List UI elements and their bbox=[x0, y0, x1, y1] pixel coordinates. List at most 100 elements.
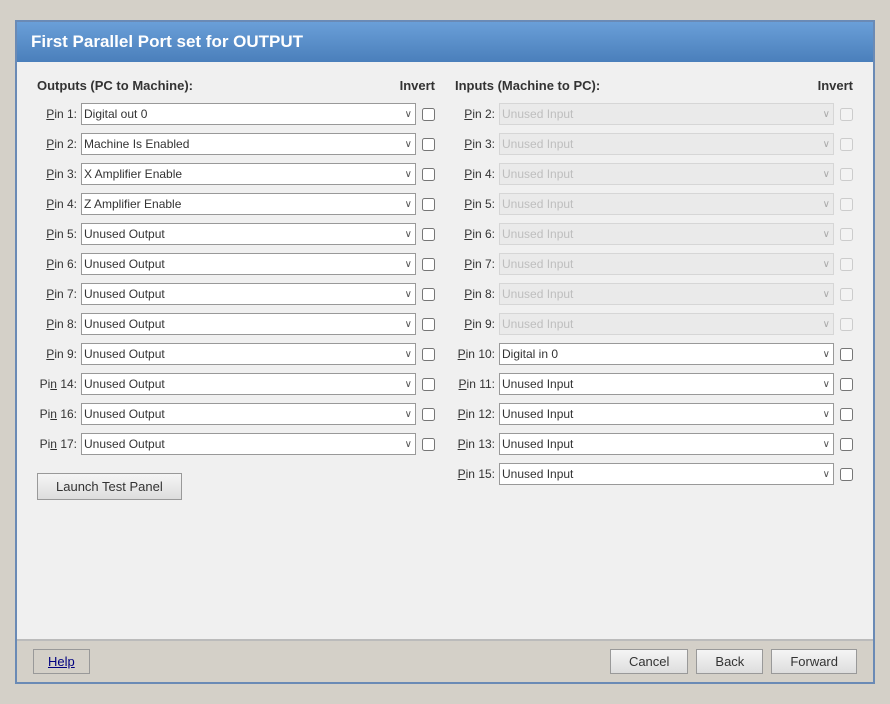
window-title: First Parallel Port set for OUTPUT bbox=[31, 32, 303, 51]
cancel-button[interactable]: Cancel bbox=[610, 649, 688, 674]
output-pin-row-7: Pin 8:Unused Output bbox=[37, 311, 435, 337]
output-pin-label-11: Pin 17: bbox=[37, 437, 81, 451]
output-invert-checkbox-3[interactable] bbox=[422, 198, 435, 211]
input-pin-label-6: Pin 8: bbox=[455, 287, 499, 301]
output-select-8[interactable]: Unused Output bbox=[81, 343, 416, 365]
output-invert-checkbox-7[interactable] bbox=[422, 318, 435, 331]
input-select-3: Unused Input bbox=[499, 193, 834, 215]
input-pin-row-6: Pin 8:Unused Input bbox=[455, 281, 853, 307]
input-select-10[interactable]: Unused Input bbox=[499, 403, 834, 425]
output-pin-label-5: Pin 6: bbox=[37, 257, 81, 271]
input-select-wrapper-7: Unused Input bbox=[499, 313, 834, 335]
input-invert-checkbox-12[interactable] bbox=[840, 468, 853, 481]
output-invert-checkbox-0[interactable] bbox=[422, 108, 435, 121]
input-select-wrapper-1: Unused Input bbox=[499, 133, 834, 155]
input-select-wrapper-0: Unused Input bbox=[499, 103, 834, 125]
output-pin-label-8: Pin 9: bbox=[37, 347, 81, 361]
help-button[interactable]: Help bbox=[33, 649, 90, 674]
main-window: First Parallel Port set for OUTPUT Outpu… bbox=[15, 20, 875, 684]
output-select-2[interactable]: X Amplifier Enable bbox=[81, 163, 416, 185]
output-select-wrapper-0: Digital out 0 bbox=[81, 103, 416, 125]
output-select-4[interactable]: Unused Output bbox=[81, 223, 416, 245]
output-select-wrapper-8: Unused Output bbox=[81, 343, 416, 365]
outputs-header-label: Outputs (PC to Machine): bbox=[37, 78, 193, 93]
output-select-11[interactable]: Unused Output bbox=[81, 433, 416, 455]
output-invert-checkbox-8[interactable] bbox=[422, 348, 435, 361]
output-invert-checkbox-10[interactable] bbox=[422, 408, 435, 421]
output-select-9[interactable]: Unused Output bbox=[81, 373, 416, 395]
content-area: Outputs (PC to Machine): Invert Pin 1:Di… bbox=[17, 62, 873, 639]
output-invert-checkbox-4[interactable] bbox=[422, 228, 435, 241]
output-pin-row-3: Pin 4:Z Amplifier Enable bbox=[37, 191, 435, 217]
output-select-0[interactable]: Digital out 0 bbox=[81, 103, 416, 125]
back-button[interactable]: Back bbox=[696, 649, 763, 674]
input-pin-row-10: Pin 12:Unused Input bbox=[455, 401, 853, 427]
input-select-wrapper-10: Unused Input bbox=[499, 403, 834, 425]
input-pin-label-8: Pin 10: bbox=[455, 347, 499, 361]
output-invert-checkbox-2[interactable] bbox=[422, 168, 435, 181]
output-pin-row-0: Pin 1:Digital out 0 bbox=[37, 101, 435, 127]
output-pin-label-6: Pin 7: bbox=[37, 287, 81, 301]
input-select-8[interactable]: Digital in 0 bbox=[499, 343, 834, 365]
output-select-wrapper-3: Z Amplifier Enable bbox=[81, 193, 416, 215]
output-pin-row-11: Pin 17:Unused Output bbox=[37, 431, 435, 457]
outputs-column: Outputs (PC to Machine): Invert Pin 1:Di… bbox=[37, 78, 435, 500]
output-invert-checkbox-6[interactable] bbox=[422, 288, 435, 301]
input-invert-checkbox-9[interactable] bbox=[840, 378, 853, 391]
output-pin-label-9: Pin 14: bbox=[37, 377, 81, 391]
launch-btn-row: Launch Test Panel bbox=[37, 473, 435, 500]
input-invert-checkbox-11[interactable] bbox=[840, 438, 853, 451]
output-select-6[interactable]: Unused Output bbox=[81, 283, 416, 305]
input-pin-label-9: Pin 11: bbox=[455, 377, 499, 391]
output-select-10[interactable]: Unused Output bbox=[81, 403, 416, 425]
input-select-9[interactable]: Unused Input bbox=[499, 373, 834, 395]
input-pin-label-10: Pin 12: bbox=[455, 407, 499, 421]
output-invert-checkbox-11[interactable] bbox=[422, 438, 435, 451]
output-invert-checkbox-9[interactable] bbox=[422, 378, 435, 391]
input-select-wrapper-4: Unused Input bbox=[499, 223, 834, 245]
input-pin-row-2: Pin 4:Unused Input bbox=[455, 161, 853, 187]
input-pin-label-1: Pin 3: bbox=[455, 137, 499, 151]
title-bar: First Parallel Port set for OUTPUT bbox=[17, 22, 873, 62]
input-select-12[interactable]: Unused Input bbox=[499, 463, 834, 485]
output-invert-checkbox-5[interactable] bbox=[422, 258, 435, 271]
input-invert-checkbox-8[interactable] bbox=[840, 348, 853, 361]
input-select-5: Unused Input bbox=[499, 253, 834, 275]
output-select-wrapper-10: Unused Output bbox=[81, 403, 416, 425]
output-select-1[interactable]: Machine Is Enabled bbox=[81, 133, 416, 155]
input-select-wrapper-5: Unused Input bbox=[499, 253, 834, 275]
input-select-wrapper-8: Digital in 0 bbox=[499, 343, 834, 365]
outputs-invert-label: Invert bbox=[400, 78, 435, 93]
input-select-0: Unused Input bbox=[499, 103, 834, 125]
output-select-7[interactable]: Unused Output bbox=[81, 313, 416, 335]
input-invert-checkbox-10[interactable] bbox=[840, 408, 853, 421]
output-invert-checkbox-1[interactable] bbox=[422, 138, 435, 151]
bottom-left: Help bbox=[33, 649, 90, 674]
input-pin-row-5: Pin 7:Unused Input bbox=[455, 251, 853, 277]
output-select-3[interactable]: Z Amplifier Enable bbox=[81, 193, 416, 215]
input-pin-row-7: Pin 9:Unused Input bbox=[455, 311, 853, 337]
input-pin-row-9: Pin 11:Unused Input bbox=[455, 371, 853, 397]
input-pin-label-12: Pin 15: bbox=[455, 467, 499, 481]
output-select-wrapper-5: Unused Output bbox=[81, 253, 416, 275]
output-select-5[interactable]: Unused Output bbox=[81, 253, 416, 275]
output-pin-row-6: Pin 7:Unused Output bbox=[37, 281, 435, 307]
input-select-6: Unused Input bbox=[499, 283, 834, 305]
input-select-wrapper-6: Unused Input bbox=[499, 283, 834, 305]
output-select-wrapper-7: Unused Output bbox=[81, 313, 416, 335]
input-pin-row-8: Pin 10:Digital in 0 bbox=[455, 341, 853, 367]
input-pins-container: Pin 2:Unused InputPin 3:Unused InputPin … bbox=[455, 101, 853, 487]
input-select-wrapper-9: Unused Input bbox=[499, 373, 834, 395]
input-pin-label-4: Pin 6: bbox=[455, 227, 499, 241]
input-invert-checkbox-4 bbox=[840, 228, 853, 241]
output-select-wrapper-11: Unused Output bbox=[81, 433, 416, 455]
output-pin-label-2: Pin 3: bbox=[37, 167, 81, 181]
launch-test-button[interactable]: Launch Test Panel bbox=[37, 473, 182, 500]
inputs-header-label: Inputs (Machine to PC): bbox=[455, 78, 600, 93]
forward-button[interactable]: Forward bbox=[771, 649, 857, 674]
input-pin-label-0: Pin 2: bbox=[455, 107, 499, 121]
output-pin-row-1: Pin 2:Machine Is Enabled bbox=[37, 131, 435, 157]
input-select-7: Unused Input bbox=[499, 313, 834, 335]
input-select-11[interactable]: Unused Input bbox=[499, 433, 834, 455]
input-select-1: Unused Input bbox=[499, 133, 834, 155]
